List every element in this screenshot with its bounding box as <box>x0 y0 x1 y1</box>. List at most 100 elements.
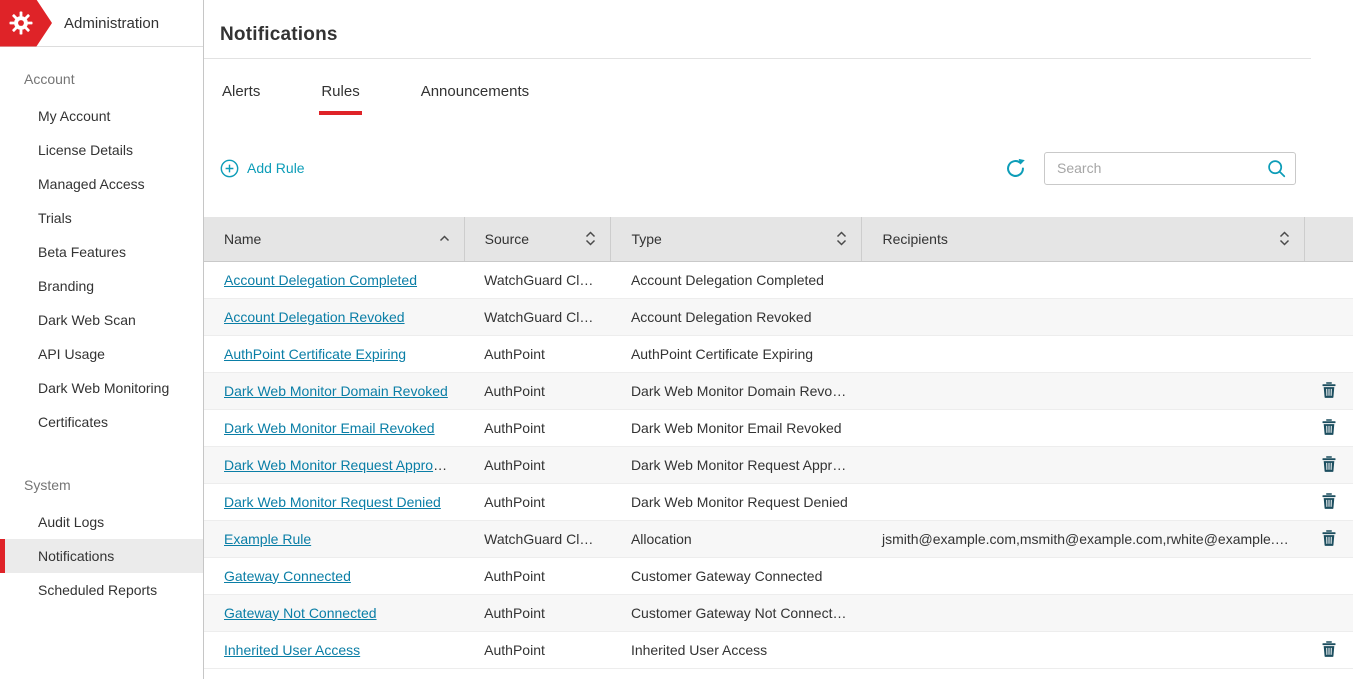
recipients-cell <box>862 557 1304 594</box>
rule-link-account-delegation-completed[interactable]: Account Delegation Completed <box>224 272 417 288</box>
type-cell: Dark Web Monitor Domain Revoked <box>611 372 862 409</box>
toolbar: Add Rule <box>204 151 1353 185</box>
column-header-source[interactable]: Source <box>464 217 611 261</box>
trash-icon <box>1322 386 1336 401</box>
source-cell: AuthPoint <box>464 409 611 446</box>
trash-icon <box>1322 460 1336 475</box>
type-cell: Allocation <box>611 520 862 557</box>
sidebar-nav: Account My Account License DetailsManaged … <box>0 47 203 607</box>
plus-circle-icon <box>220 159 239 178</box>
sidebar-section-account: Account <box>0 63 203 99</box>
sort-toggle-icon <box>1279 231 1290 246</box>
rule-link-gateway-not-connected[interactable]: Gateway Not Connected <box>224 605 377 621</box>
sort-toggle-icon <box>585 231 596 246</box>
recipients-cell <box>862 409 1304 446</box>
rule-link-dark-web-monitor-domain-revoked[interactable]: Dark Web Monitor Domain Revoked <box>224 383 448 399</box>
actions-cell <box>1304 520 1353 557</box>
actions-cell <box>1304 557 1353 594</box>
type-cell: Account Delegation Completed <box>611 261 862 298</box>
column-header-name[interactable]: Name <box>204 217 464 261</box>
search-box <box>1044 152 1296 185</box>
sidebar-section-system: System <box>0 469 203 505</box>
sidebar-item-beta-features[interactable]: Beta Features <box>0 235 203 269</box>
recipients-cell <box>862 631 1304 668</box>
table-row: Dark Web Monitor Email RevokedAuthPointD… <box>204 409 1353 446</box>
tab-announcements[interactable]: Announcements <box>419 83 531 115</box>
source-cell: AuthPoint <box>464 631 611 668</box>
source-cell: AuthPoint <box>464 372 611 409</box>
trash-icon <box>1322 534 1336 549</box>
sidebar-item-label: Dark Web Scan <box>38 312 136 328</box>
name-cell: Gateway Not Connected <box>204 594 464 631</box>
sidebar-item-audit-logs[interactable]: Audit Logs <box>0 505 203 539</box>
sidebar-item-dark-web-scan[interactable]: Dark Web Scan <box>0 303 203 337</box>
rule-link-dark-web-monitor-request-denied[interactable]: Dark Web Monitor Request Denied <box>224 494 441 510</box>
source-cell: AuthPoint <box>464 483 611 520</box>
recipients-cell <box>862 335 1304 372</box>
sidebar-item-branding[interactable]: Branding <box>0 269 203 303</box>
sidebar-item-trials[interactable]: Trials <box>0 201 203 235</box>
recipients-cell <box>862 483 1304 520</box>
type-cell: Customer Gateway Not Connected <box>611 594 862 631</box>
sidebar: Administration Account My Account License … <box>0 0 204 679</box>
add-rule-button[interactable]: Add Rule <box>220 159 305 178</box>
rule-link-inherited-user-access[interactable]: Inherited User Access <box>224 642 360 658</box>
app-root: Administration Account My Account License … <box>0 0 1353 679</box>
table-row: Dark Web Monitor Domain RevokedAuthPoint… <box>204 372 1353 409</box>
source-cell: WatchGuard Cloud <box>464 298 611 335</box>
actions-cell <box>1304 261 1353 298</box>
table-row: Gateway Not ConnectedAuthPointCustomer G… <box>204 594 1353 631</box>
rule-link-example-rule[interactable]: Example Rule <box>224 531 311 547</box>
column-header-recipients[interactable]: Recipients <box>862 217 1304 261</box>
delete-rule-button[interactable] <box>1318 491 1340 511</box>
add-rule-label: Add Rule <box>247 160 305 176</box>
table-row: Gateway ConnectedAuthPointCustomer Gatew… <box>204 557 1353 594</box>
page-header: Notifications <box>204 0 1311 59</box>
rule-link-account-delegation-revoked[interactable]: Account Delegation Revoked <box>224 309 405 325</box>
administration-logo <box>0 0 52 47</box>
rule-link-dark-web-monitor-request-approved[interactable]: Dark Web Monitor Request Approved <box>224 457 456 473</box>
rules-table: Name SourceTypeRecipients Account Delegat… <box>204 217 1353 669</box>
sidebar-item-scheduled-reports[interactable]: Scheduled Reports <box>0 573 203 607</box>
recipients-cell <box>862 372 1304 409</box>
sidebar-item-label: My Account <box>38 108 110 124</box>
rule-link-authpoint-certificate-expiring[interactable]: AuthPoint Certificate Expiring <box>224 346 406 362</box>
tab-alerts[interactable]: Alerts <box>220 83 262 115</box>
sidebar-item-certificates[interactable]: Certificates <box>0 405 203 439</box>
sidebar-item-label: Dark Web Monitoring <box>38 380 169 396</box>
actions-cell <box>1304 631 1353 668</box>
sort-ascending-icon <box>439 235 450 242</box>
name-cell: Account Delegation Completed <box>204 261 464 298</box>
sidebar-item-notifications[interactable]: Notifications <box>0 539 203 573</box>
tab-rules[interactable]: Rules <box>319 83 361 115</box>
sidebar-item-license-details[interactable]: License Details <box>0 133 203 167</box>
delete-rule-button[interactable] <box>1318 528 1340 548</box>
delete-rule-button[interactable] <box>1318 639 1340 659</box>
name-cell: Example Rule <box>204 520 464 557</box>
sidebar-item-label: Beta Features <box>38 244 126 260</box>
recipients-cell: jsmith@example.com,msmith@example.com,rw… <box>862 520 1304 557</box>
search-icon[interactable] <box>1267 159 1286 178</box>
sidebar-item-label: Notifications <box>38 548 114 564</box>
main-content: Notifications Alerts Rules Announcements A… <box>204 0 1353 679</box>
search-input[interactable] <box>1045 160 1267 176</box>
table-row: Inherited User AccessAuthPointInherited … <box>204 631 1353 668</box>
delete-rule-button[interactable] <box>1318 417 1340 437</box>
sidebar-item-dark-web-monitoring[interactable]: Dark Web Monitoring <box>0 371 203 405</box>
name-cell: Account Delegation Revoked <box>204 298 464 335</box>
sidebar-header: Administration <box>0 0 203 47</box>
rule-link-gateway-connected[interactable]: Gateway Connected <box>224 568 351 584</box>
recipients-cell <box>862 446 1304 483</box>
actions-cell <box>1304 483 1353 520</box>
column-label: Name <box>224 231 261 247</box>
sidebar-item-api-usage[interactable]: API Usage <box>0 337 203 371</box>
refresh-button[interactable] <box>1005 158 1026 179</box>
column-header-type[interactable]: Type <box>611 217 862 261</box>
sidebar-item-my-account[interactable]: My Account <box>0 99 203 133</box>
delete-rule-button[interactable] <box>1318 454 1340 474</box>
actions-cell <box>1304 594 1353 631</box>
trash-icon <box>1322 645 1336 660</box>
delete-rule-button[interactable] <box>1318 380 1340 400</box>
sidebar-item-managed-access[interactable]: Managed Access <box>0 167 203 201</box>
rule-link-dark-web-monitor-email-revoked[interactable]: Dark Web Monitor Email Revoked <box>224 420 435 436</box>
